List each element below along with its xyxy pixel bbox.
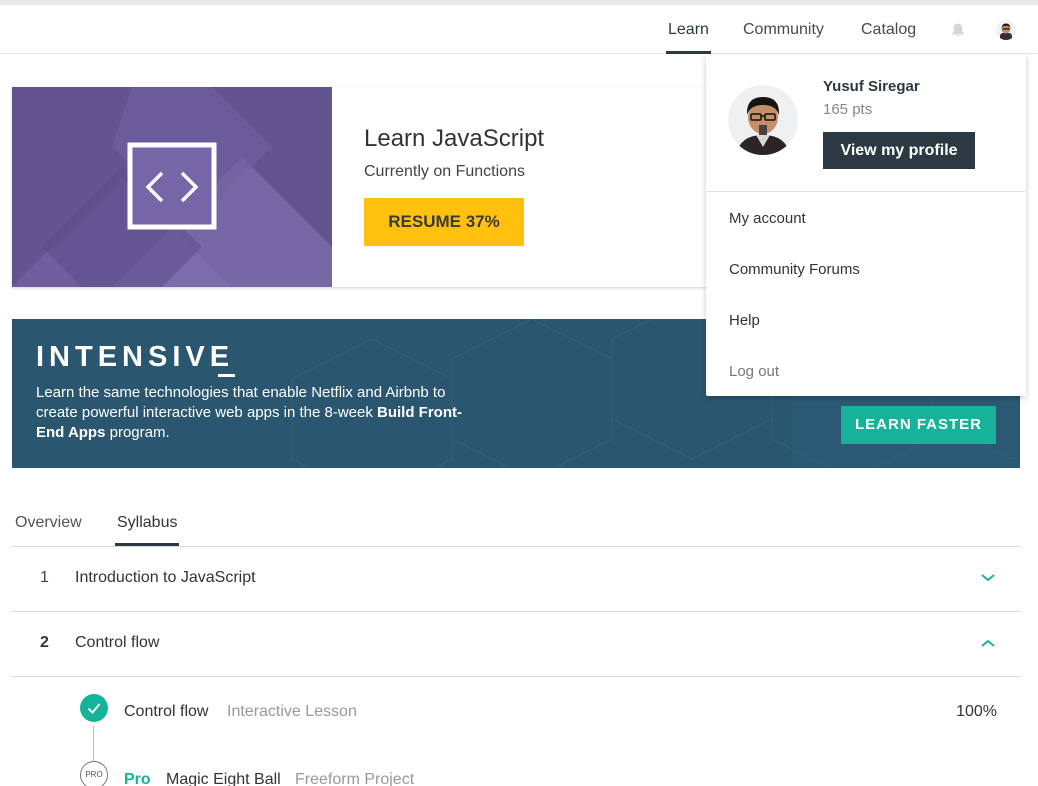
course-tabs: Overview Syllabus [12, 505, 1020, 547]
menu-item-community-forums[interactable]: Community Forums [729, 261, 860, 278]
user-name: Yusuf Siregar [823, 78, 920, 95]
menu-item-my-account[interactable]: My account [729, 210, 806, 227]
course-artwork [12, 87, 332, 287]
user-avatar [728, 85, 798, 155]
code-brackets-icon [145, 171, 199, 203]
nav-catalog[interactable]: Catalog [861, 5, 916, 54]
top-navigation: Learn Community Catalog [0, 5, 1038, 54]
syllabus-number: 2 [40, 634, 49, 651]
syllabus-title: Control flow [75, 634, 160, 651]
syllabus-title: Introduction to JavaScript [75, 569, 256, 586]
banner-title-accent [218, 374, 235, 377]
user-points: 165 pts [823, 101, 873, 118]
menu-item-log-out[interactable]: Log out [729, 363, 779, 380]
menu-item-help[interactable]: Help [729, 312, 760, 329]
learn-faster-button[interactable]: LEARN FASTER [841, 406, 996, 444]
pro-tag: Pro [124, 771, 151, 786]
syllabus-number: 1 [40, 569, 49, 586]
bell-icon[interactable] [950, 22, 966, 38]
syllabus-row[interactable]: 1 Introduction to JavaScript [12, 547, 1020, 612]
tab-syllabus[interactable]: Syllabus [117, 514, 177, 532]
course-current-topic: Currently on Functions [364, 163, 525, 180]
chevron-down-icon[interactable] [980, 571, 996, 585]
lesson-name: Magic Eight Ball [166, 771, 281, 786]
course-card: Learn JavaScript Currently on Functions … [12, 87, 724, 287]
user-avatar-small[interactable] [996, 20, 1016, 40]
syllabus-row[interactable]: 2 Control flow [12, 612, 1020, 677]
nav-learn[interactable]: Learn [666, 5, 711, 54]
nav-community[interactable]: Community [743, 5, 824, 54]
chevron-up-icon[interactable] [980, 636, 996, 650]
resume-button[interactable]: RESUME 37% [364, 198, 524, 246]
profile-summary: Yusuf Siregar 165 pts View my profile [706, 55, 1026, 192]
course-title: Learn JavaScript [364, 125, 545, 152]
banner-text-suffix: program. [105, 424, 170, 441]
lesson-item-pro[interactable]: PRO Pro Magic Eight Ball Freeform Projec… [12, 677, 1020, 786]
active-tab-indicator [115, 543, 179, 546]
pro-badge: PRO [80, 761, 108, 786]
tab-overview[interactable]: Overview [15, 514, 82, 532]
banner-description: Learn the same technologies that enable … [36, 383, 466, 443]
view-profile-button[interactable]: View my profile [823, 132, 975, 169]
lesson-type: Freeform Project [295, 771, 415, 786]
banner-title: INTENSIVE [36, 341, 235, 373]
profile-dropdown: Yusuf Siregar 165 pts View my profile My… [706, 55, 1026, 396]
